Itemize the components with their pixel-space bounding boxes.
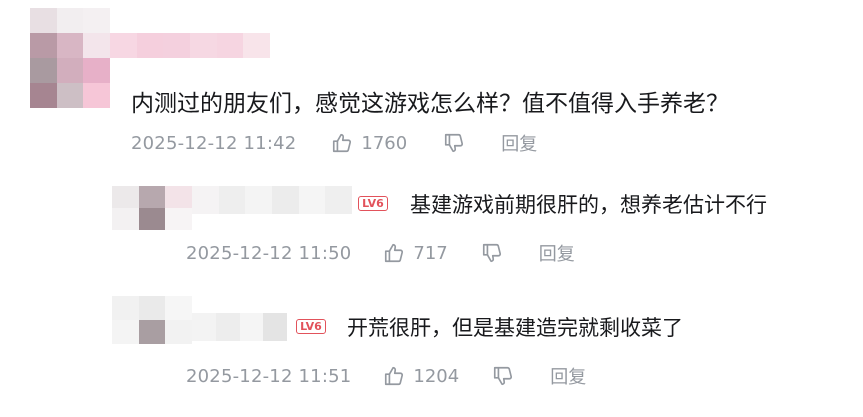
thumbs-down-icon xyxy=(482,243,501,263)
thumbs-up-icon xyxy=(385,243,404,263)
reply-text: 基建游戏前期很肝的，想养老估计不行 xyxy=(410,193,767,217)
comment-text: 内测过的朋友们，感觉这游戏怎么样？值不值得入手养老？ xyxy=(131,91,729,117)
username[interactable] xyxy=(110,33,270,58)
level-badge: LV6 xyxy=(358,196,388,211)
reply-button[interactable]: 回复 xyxy=(501,130,537,156)
reply-button[interactable]: 回复 xyxy=(550,363,586,389)
level-badge: LV6 xyxy=(296,319,326,334)
comment-meta: 2025-12-12 11:42 1760 回复 xyxy=(131,130,537,156)
thumbs-up-icon xyxy=(333,133,352,153)
reply-username[interactable] xyxy=(192,186,352,214)
comment-time: 2025-12-12 11:42 xyxy=(131,132,297,154)
reply-avatar[interactable] xyxy=(112,186,192,230)
like-button[interactable]: 717 xyxy=(383,242,448,264)
reply-username[interactable] xyxy=(192,313,287,341)
reply-button[interactable]: 回复 xyxy=(539,240,575,266)
like-count: 717 xyxy=(413,242,448,264)
like-button[interactable]: 1760 xyxy=(331,132,407,154)
reply-time: 2025-12-12 11:51 xyxy=(186,365,352,387)
like-button[interactable]: 1204 xyxy=(383,365,459,387)
reply-time: 2025-12-12 11:50 xyxy=(186,242,352,264)
avatar[interactable] xyxy=(30,8,110,108)
like-count: 1204 xyxy=(413,365,460,387)
dislike-button[interactable] xyxy=(492,365,514,387)
dislike-button[interactable] xyxy=(481,242,503,264)
thumbs-down-icon xyxy=(494,366,513,386)
dislike-button[interactable] xyxy=(443,132,465,154)
like-count: 1760 xyxy=(361,132,408,154)
thumbs-up-icon xyxy=(385,366,404,386)
reply-meta: 2025-12-12 11:51 1204 回复 xyxy=(186,363,586,389)
reply-meta: 2025-12-12 11:50 717 回复 xyxy=(186,240,575,266)
thumbs-down-icon xyxy=(445,133,464,153)
reply-avatar[interactable] xyxy=(112,296,192,344)
reply-text: 开荒很肝，但是基建造完就剩收菜了 xyxy=(347,316,683,340)
